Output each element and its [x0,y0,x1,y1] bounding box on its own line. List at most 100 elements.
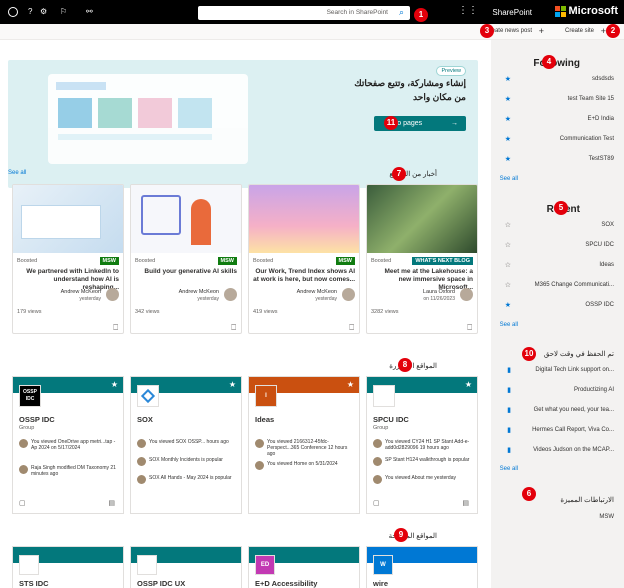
chat-icon[interactable]: ▢ [373,499,380,507]
activity-item[interactable]: Raja Singh modified DM Taxonomy 21 minut… [19,465,117,477]
microsoft-brand[interactable]: Microsoft [554,5,618,17]
bookmark-icon[interactable]: ▮ [507,366,511,374]
news-title[interactable]: Our Work, Trend Index shows AI at work i… [253,268,355,284]
recent-item[interactable]: SOX [601,222,614,228]
activity-item[interactable]: SOX Monthly Incidents is popular [137,457,235,466]
saved-item[interactable]: Productizing AI [574,387,614,393]
hero-illustration [48,74,248,164]
bookmark-icon[interactable]: ⎕ [467,323,472,333]
star-outline-icon[interactable]: ☆ [505,241,511,249]
bookmark-icon[interactable]: ▮ [507,386,511,394]
activity-item[interactable]: SP Stant H124 walkthrough is popular [373,457,471,466]
site-name[interactable]: wire [373,579,388,588]
files-icon[interactable]: ▤ [108,499,115,507]
suggested-site-card[interactable]: ED E+D Accessibility [248,546,360,588]
site-name[interactable]: STS IDC [19,579,49,588]
news-image [367,185,477,253]
feedback-icon[interactable]: ⚐ [60,7,67,16]
following-item[interactable]: TestST89 [589,156,614,162]
settings-icon[interactable]: ⚙ [40,7,47,16]
activity-item[interactable]: SOX All Hands - May 2024 is popular [137,475,235,484]
star-filled-icon[interactable]: ★ [505,135,511,143]
frequent-site-card[interactable]: ★ OSSP IDC OSSP IDC Group You viewed One… [12,376,124,514]
see-all-link[interactable]: See all [500,322,518,328]
frequent-site-card[interactable]: ★ SOX You viewed SOX OSSP... hours ago S… [130,376,242,514]
share-icon[interactable]: ⚯ [86,7,93,16]
help-icon[interactable]: ? [28,7,32,16]
frequent-site-card[interactable]: ★ SPCU IDC Group You viewed CY24 H1 SP S… [366,376,478,514]
saved-item[interactable]: Videos Judson on the MCAP... [533,447,614,453]
create-site-button[interactable]: Create site [565,28,594,34]
star-filled-icon[interactable]: ★ [505,301,511,309]
sidebar: Following sdsdsds test Team Site 15 E+D … [491,40,624,588]
site-name[interactable]: SPCU IDC [373,415,409,424]
files-icon[interactable]: ▤ [462,499,469,507]
annotation-badge: 4 [542,55,556,69]
following-item[interactable]: E+D India [587,116,614,122]
suggested-site-card[interactable]: OSSP IDC UX [130,546,242,588]
avatar[interactable] [8,7,18,17]
star-filled-icon[interactable]: ★ [505,115,511,123]
following-item[interactable]: sdsdsds [592,76,614,82]
recent-item[interactable]: SPCU IDC [585,242,614,248]
bookmark-icon[interactable]: ▮ [507,446,511,454]
activity-item[interactable]: You viewed OneDrive app metri...tap - Ap… [19,439,117,451]
following-item[interactable]: test Team Site 15 [568,96,614,102]
news-see-all[interactable]: See all [8,170,26,176]
search-input[interactable]: Search in SharePoint [327,9,388,16]
see-all-link[interactable]: See all [500,176,518,182]
suggested-site-card[interactable]: W wire [366,546,478,588]
site-name[interactable]: OSSP IDC UX [137,579,185,588]
search-box[interactable]: Search in SharePoint ⌕ [198,6,410,20]
recent-item[interactable]: Ideas [599,262,614,268]
star-filled-icon[interactable]: ★ [465,380,472,389]
star-filled-icon[interactable]: ★ [505,95,511,103]
recent-item[interactable]: M365 Change Communicati... [535,282,614,288]
site-name[interactable]: SOX [137,415,153,424]
star-filled-icon[interactable]: ★ [505,155,511,163]
bookmark-icon[interactable]: ⎕ [349,323,354,333]
saved-item[interactable]: Digital Tech Link support on... [535,367,614,373]
news-title[interactable]: Build your generative AI skills [135,268,237,276]
news-views: 342 views [135,309,160,315]
activity-item[interactable]: You viewed SOX OSSP... hours ago [137,439,235,448]
chat-icon[interactable]: ▢ [19,499,26,507]
news-card[interactable]: MSW Boosted Build your generative AI ski… [130,184,242,334]
activity-item[interactable]: You viewed CY24 H1 SP Stant Add-e-add0d2… [373,439,471,451]
star-outline-icon[interactable]: ☆ [505,221,511,229]
bookmark-icon[interactable]: ▮ [507,426,511,434]
news-card[interactable]: MSW Boosted Our Work, Trend Index shows … [248,184,360,334]
frequent-site-card[interactable]: ★ I Ideas You viewed 2166312-45fdc-Persp… [248,376,360,514]
waffle-icon[interactable]: ⋮⋮ [458,5,478,16]
star-filled-icon[interactable]: ★ [229,380,236,389]
activity-item[interactable]: You viewed About me yesterday [373,475,471,484]
following-item[interactable]: Communication Test [560,136,614,142]
site-name[interactable]: OSSP IDC [19,415,55,424]
star-outline-icon[interactable]: ☆ [505,261,511,269]
news-card[interactable]: WHAT'S NEXT BLOG Boosted Meet me at the … [366,184,478,334]
saved-item[interactable]: Hermes Call Report, Viva Co... [532,427,614,433]
recent-item[interactable]: OSSP IDC [585,302,614,308]
star-filled-icon[interactable]: ★ [111,380,118,389]
star-filled-icon[interactable]: ★ [347,380,354,389]
star-filled-icon[interactable]: ★ [505,75,511,83]
news-date: on 11/26/2023 [423,296,455,302]
see-all-link[interactable]: See all [500,466,518,472]
bookmark-icon[interactable]: ⎕ [113,323,118,333]
star-outline-icon[interactable]: ☆ [505,281,511,289]
site-name[interactable]: E+D Accessibility [255,579,317,588]
author-avatar [224,288,237,301]
bookmark-icon[interactable]: ⎕ [231,323,236,333]
featured-item[interactable]: MSW [599,514,614,520]
command-bar: + Create site + Create news post [0,24,624,40]
saved-item[interactable]: Get what you need, your tea... [534,407,614,413]
activity-item[interactable]: You viewed Home on 5/31/2024 [255,461,353,470]
activity-item[interactable]: You viewed 2166312-45fdc-Perspect...365 … [255,439,353,457]
news-card[interactable]: MSW Boosted We partnered with LinkedIn t… [12,184,124,334]
bookmark-icon[interactable]: ▮ [507,406,511,414]
suggested-site-card[interactable]: STS IDC [12,546,124,588]
app-name[interactable]: SharePoint [492,8,532,17]
site-name[interactable]: Ideas [255,415,274,424]
news-tag: MSW [99,257,119,265]
site-logo: ED [255,555,275,575]
